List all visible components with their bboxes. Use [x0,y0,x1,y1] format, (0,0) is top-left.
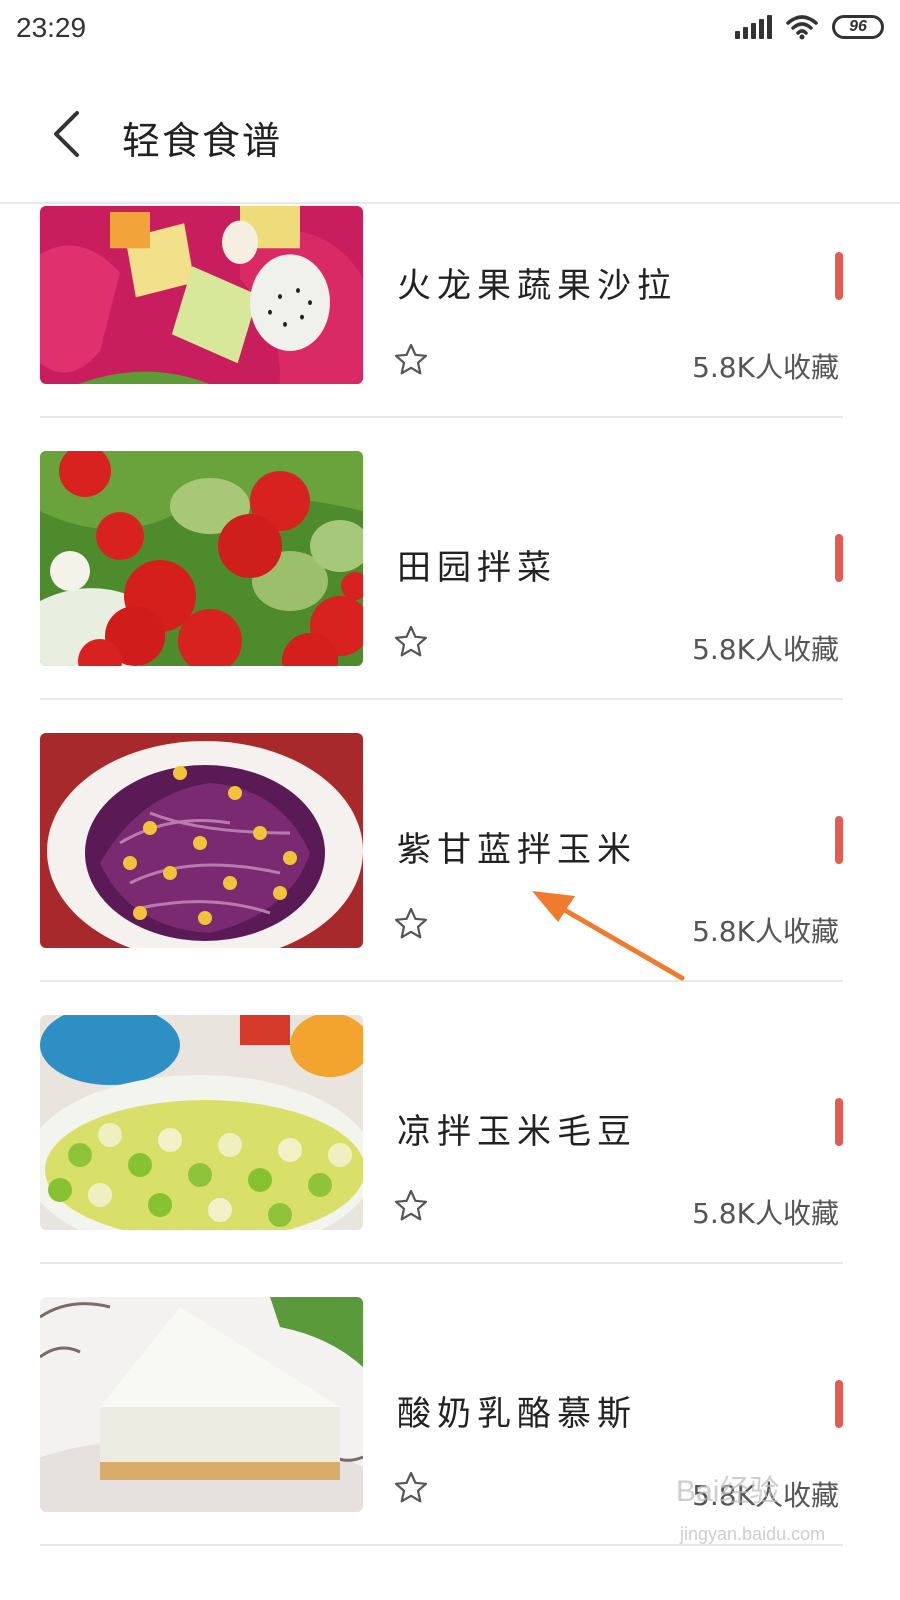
watermark-logo: Bai经验 [676,1475,780,1508]
dragon-fruit-salad-image [40,206,363,384]
recipe-thumbnail[interactable] [40,1297,363,1512]
status-time: 23:29 [16,12,87,43]
recipe-item[interactable]: 火龙果蔬果沙拉 5.8K人收藏 [40,206,843,418]
watermark-url: jingyan.baidu.com [680,1524,826,1544]
recipe-thumbnail[interactable] [40,1015,363,1230]
accent-mark [835,816,843,864]
yogurt-cheese-mousse-image [40,1297,363,1512]
star-outline-icon[interactable] [393,1188,429,1224]
corn-edamame-image [40,1015,363,1230]
star-outline-icon[interactable] [393,1470,429,1506]
star-outline-icon[interactable] [393,342,429,378]
header: 轻食食谱 [0,62,900,204]
recipe-thumbnail[interactable] [40,206,363,384]
garden-salad-image [40,451,363,666]
status-icons: 96 [735,14,884,40]
recipe-name[interactable]: 酸奶乳酪慕斯 [397,1386,637,1435]
recipe-item[interactable]: 田园拌菜 5.8K人收藏 [40,418,843,700]
favorite-count: 5.8K人收藏 [692,351,839,384]
recipe-item[interactable]: 紫甘蓝拌玉米 5.8K人收藏 [40,700,843,982]
recipe-name[interactable]: 火龙果蔬果沙拉 [397,258,677,307]
recipe-thumbnail[interactable] [40,733,363,948]
recipe-name[interactable]: 田园拌菜 [397,540,557,589]
recipe-item[interactable]: 凉拌玉米毛豆 5.8K人收藏 [40,982,843,1264]
battery-level: 96 [849,18,867,35]
star-outline-icon[interactable] [393,624,429,660]
page-title: 轻食食谱 [122,119,283,163]
signal-icon [735,15,772,39]
battery-icon: 96 [832,15,884,39]
purple-cabbage-corn-image [40,733,363,948]
favorite-count: 5.8K人收藏 [692,633,839,666]
favorite-count: 5.8K人收藏 [692,1197,839,1230]
wifi-icon [786,15,818,40]
favorite-count: 5.8K人收藏 [692,915,839,948]
star-outline-icon[interactable] [393,906,429,942]
recipe-thumbnail[interactable] [40,451,363,666]
recipe-name[interactable]: 紫甘蓝拌玉米 [397,822,637,871]
accent-mark [835,534,843,582]
accent-mark [835,1380,843,1428]
accent-mark [835,1098,843,1146]
chevron-left-icon[interactable] [44,106,88,162]
accent-mark [835,252,843,300]
recipe-name[interactable]: 凉拌玉米毛豆 [397,1104,637,1153]
recipe-list[interactable]: 火龙果蔬果沙拉 5.8K人收藏 田园拌菜 5.8K人收藏 紫甘蓝拌玉米 5.8K… [0,206,900,1600]
status-bar: 23:29 96 [0,0,900,62]
